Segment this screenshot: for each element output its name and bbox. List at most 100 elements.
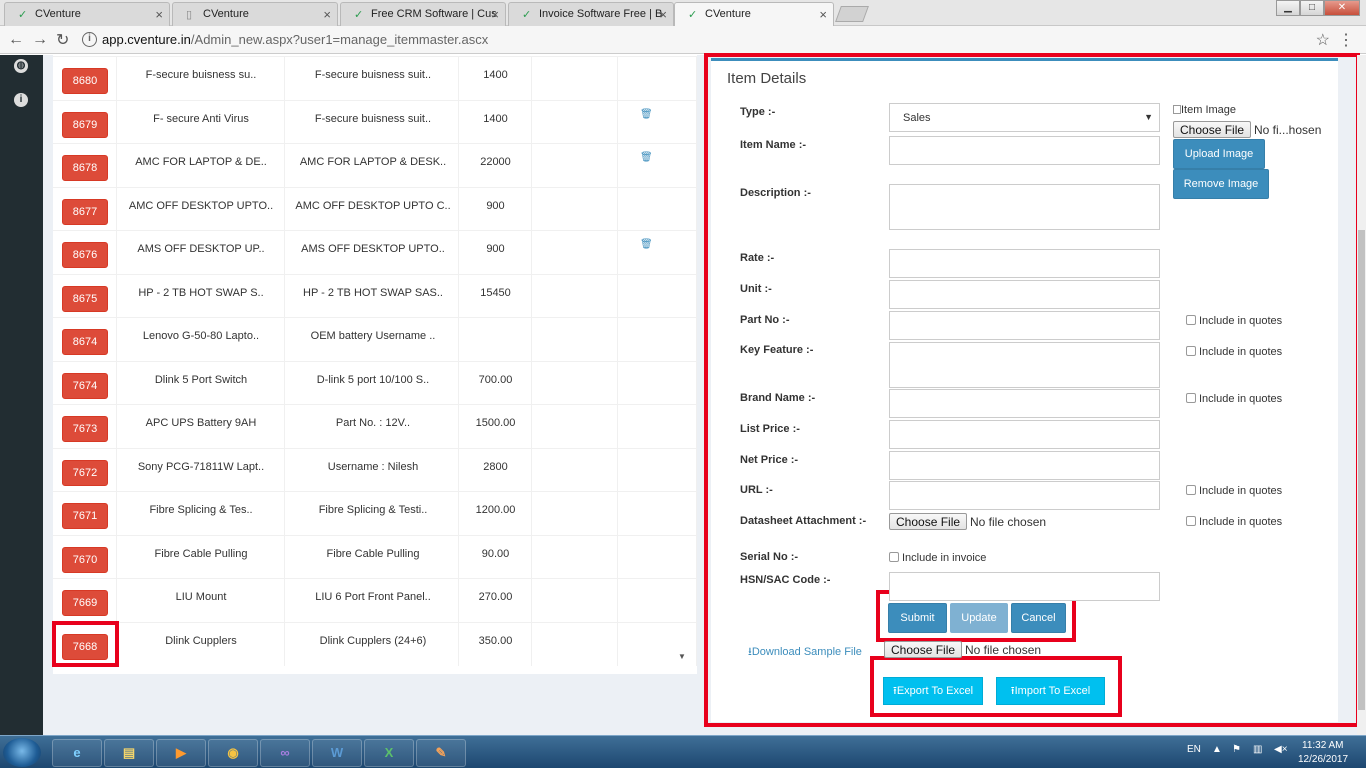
- url-include-quotes[interactable]: Include in quotes: [1186, 485, 1282, 497]
- part-no-input[interactable]: [889, 311, 1160, 340]
- table-row[interactable]: 7670 Fibre Cable Pulling Fibre Cable Pulli…: [53, 534, 697, 579]
- import-to-excel-button[interactable]: ⭱Import To Excel: [996, 677, 1105, 705]
- datasheet-include-quotes[interactable]: Include in quotes: [1186, 516, 1282, 528]
- bookmark-star-icon[interactable]: ☆: [1316, 30, 1330, 50]
- item-id-button[interactable]: 8674: [62, 329, 108, 355]
- close-window-button[interactable]: ✕: [1324, 0, 1360, 16]
- part-no-include-quotes[interactable]: Include in quotes: [1186, 315, 1282, 327]
- brand-name-input[interactable]: [889, 389, 1160, 418]
- item-id-button[interactable]: 8677: [62, 198, 108, 225]
- site-info-icon[interactable]: i: [82, 32, 97, 47]
- trash-icon[interactable]: 🗑: [640, 152, 653, 163]
- checkbox[interactable]: [1186, 346, 1196, 356]
- forward-arrow-icon[interactable]: →: [32, 31, 48, 49]
- browser-tab[interactable]: ✓ Free CRM Software | Cus ×: [340, 2, 506, 26]
- item-id-button[interactable]: 7670: [62, 546, 108, 573]
- close-tab-icon[interactable]: ×: [323, 7, 331, 22]
- brand-name-include-quotes[interactable]: Include in quotes: [1186, 393, 1282, 405]
- network-icon[interactable]: ▥: [1253, 744, 1262, 755]
- item-id-button[interactable]: 7673: [62, 416, 108, 442]
- item-id-button[interactable]: 8675: [62, 285, 108, 312]
- table-row[interactable]: 7672 Sony PCG-71811W Lapt.. Username : Nil…: [53, 447, 697, 492]
- close-tab-icon[interactable]: ×: [659, 7, 667, 22]
- table-row[interactable]: 8678 AMC FOR LAPTOP & DE.. AMC FOR LAPTOP …: [53, 143, 697, 188]
- trash-icon[interactable]: 🗑: [640, 239, 653, 250]
- update-button[interactable]: Update: [950, 603, 1008, 633]
- item-id-button[interactable]: 8676: [62, 242, 108, 268]
- item-id-button[interactable]: 8679: [62, 111, 108, 138]
- chrome-icon[interactable]: ◉: [208, 739, 258, 767]
- media-player-icon[interactable]: ▶: [156, 739, 206, 767]
- trash-icon[interactable]: 🗑: [640, 109, 653, 120]
- table-row[interactable]: 8675 HP - 2 TB HOT SWAP S.. HP - 2 TB HOT …: [53, 273, 697, 318]
- table-row[interactable]: 8679 F- secure Anti Virus F-secure buisnes…: [53, 99, 697, 144]
- description-textarea[interactable]: [889, 184, 1160, 230]
- submit-button[interactable]: Submit: [888, 603, 947, 633]
- info-icon[interactable]: i: [14, 93, 28, 107]
- remove-image-button[interactable]: Remove Image: [1173, 169, 1269, 199]
- language-indicator[interactable]: EN: [1187, 744, 1201, 755]
- browser-menu-icon[interactable]: ⋮: [1338, 30, 1354, 50]
- type-select[interactable]: Sales ▼: [889, 103, 1160, 132]
- browser-tab[interactable]: ✓ Invoice Software Free | B ×: [508, 2, 674, 26]
- upload-image-button[interactable]: Upload Image: [1173, 139, 1265, 169]
- checkbox[interactable]: [1186, 485, 1196, 495]
- checkbox[interactable]: [1186, 315, 1196, 325]
- item-id-button[interactable]: 8680: [62, 68, 108, 94]
- folder-icon[interactable]: ▤: [104, 739, 154, 767]
- download-sample-link[interactable]: ⭳Download Sample File: [748, 643, 862, 662]
- visual-studio-icon[interactable]: ∞: [260, 739, 310, 767]
- table-row[interactable]: 7671 Fibre Splicing & Tes.. Fibre Splicing…: [53, 491, 697, 536]
- url-input[interactable]: [889, 481, 1160, 510]
- item-id-button[interactable]: 7674: [62, 372, 108, 399]
- table-row[interactable]: 8680 F-secure buisness su.. F-secure buisn…: [53, 56, 697, 101]
- paint-icon[interactable]: ✎: [416, 739, 466, 767]
- item-id-button[interactable]: 7669: [62, 590, 108, 616]
- datasheet-choose-file-button[interactable]: Choose File: [889, 513, 968, 530]
- checkbox[interactable]: [889, 552, 899, 562]
- table-row[interactable]: 8677 AMC OFF DESKTOP UPTO.. AMC OFF DESKTO…: [53, 186, 697, 231]
- import-choose-file-button[interactable]: Choose File: [884, 641, 963, 658]
- table-row[interactable]: 7673 APC UPS Battery 9AH Part No. : 12V.. 1…: [53, 404, 697, 449]
- item-name-input[interactable]: [889, 136, 1160, 165]
- volume-muted-icon[interactable]: ◀×: [1274, 744, 1288, 755]
- globe-icon[interactable]: ◍: [14, 59, 28, 73]
- list-price-input[interactable]: [889, 420, 1160, 449]
- rate-input[interactable]: [889, 249, 1160, 278]
- show-hidden-icons-icon[interactable]: ▲: [1212, 744, 1222, 755]
- url-field[interactable]: app.cventure.in/Admin_new.aspx?user1=man…: [102, 32, 488, 47]
- item-id-button[interactable]: 8678: [62, 155, 108, 181]
- cancel-button[interactable]: Cancel: [1011, 603, 1066, 633]
- key-feature-textarea[interactable]: [889, 342, 1160, 388]
- net-price-input[interactable]: [889, 451, 1160, 480]
- page-scrollbar-thumb[interactable]: [1358, 230, 1365, 710]
- browser-tab[interactable]: ▯ CVenture ×: [172, 2, 338, 26]
- scroll-down-arrow-icon[interactable]: ▼: [678, 652, 686, 661]
- close-tab-icon[interactable]: ×: [819, 7, 827, 22]
- clock-time[interactable]: 11:32 AM: [1302, 740, 1344, 751]
- unit-input[interactable]: [889, 280, 1160, 309]
- checkbox[interactable]: [1186, 393, 1196, 403]
- item-id-button[interactable]: 7672: [62, 459, 108, 486]
- hsn-input[interactable]: [889, 572, 1160, 601]
- close-tab-icon[interactable]: ×: [491, 7, 499, 22]
- back-arrow-icon[interactable]: ←: [8, 31, 24, 49]
- reload-icon[interactable]: ↻: [56, 30, 69, 50]
- checkbox[interactable]: [1186, 516, 1196, 526]
- item-id-button[interactable]: 7671: [62, 503, 108, 529]
- table-row[interactable]: 8676 AMS OFF DESKTOP UP.. AMS OFF DESKTOP …: [53, 230, 697, 275]
- clock-date[interactable]: 12/26/2017: [1298, 754, 1348, 765]
- table-row[interactable]: 7674 Dlink 5 Port Switch D-link 5 port 10/…: [53, 360, 697, 405]
- export-to-excel-button[interactable]: ⭱Export To Excel: [883, 677, 983, 705]
- table-row[interactable]: 7669 LIU Mount LIU 6 Port Front Panel.. 270…: [53, 578, 697, 623]
- key-feature-include-quotes[interactable]: Include in quotes: [1186, 346, 1282, 358]
- maximize-button[interactable]: □: [1300, 0, 1324, 16]
- start-button[interactable]: [3, 738, 41, 767]
- browser-tab-active[interactable]: ✓ CVenture ×: [674, 2, 834, 26]
- ie-icon[interactable]: e: [52, 739, 102, 767]
- browser-tab[interactable]: ✓ CVenture ×: [4, 2, 170, 26]
- serial-no-include-invoice[interactable]: Include in invoice: [889, 552, 986, 564]
- minimize-button[interactable]: ▁: [1276, 0, 1300, 16]
- word-icon[interactable]: W: [312, 739, 362, 767]
- table-row[interactable]: 7668 Dlink Cupplers Dlink Cupplers (24+6) 3…: [53, 621, 697, 666]
